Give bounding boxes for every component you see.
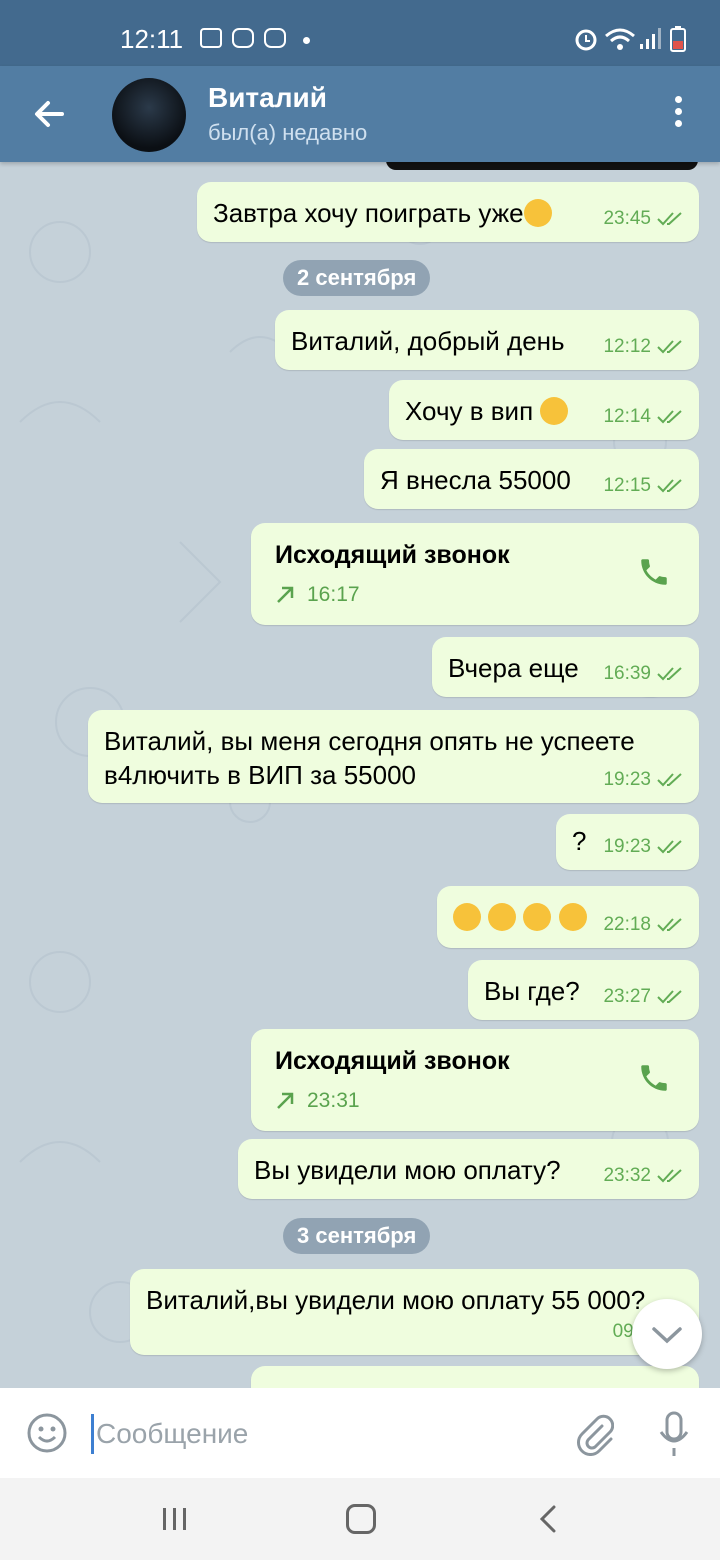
double-check-icon bbox=[657, 667, 682, 681]
message-time: 19:23 bbox=[603, 769, 651, 790]
message-time: 22:18 bbox=[603, 914, 651, 935]
call-title: Исходящий звонок bbox=[275, 541, 510, 569]
message-time: 12:14 bbox=[603, 406, 651, 427]
message-input-bar: Сообщение bbox=[0, 1388, 720, 1478]
message-time: 12:12 bbox=[603, 336, 651, 357]
more-options-icon[interactable] bbox=[668, 96, 688, 136]
status-bar: 12:11 bbox=[0, 0, 720, 66]
instagram-icon bbox=[232, 28, 254, 48]
double-check-icon bbox=[657, 840, 682, 854]
call-time: 23:31 bbox=[307, 1089, 360, 1112]
message-text: Вы где? bbox=[484, 976, 580, 1006]
phone-call-icon[interactable] bbox=[637, 555, 671, 589]
message-bubble-outgoing[interactable]: Виталий, добрый день 12:12 bbox=[275, 310, 699, 370]
pensive-face-emoji-icon bbox=[523, 903, 552, 931]
microphone-icon[interactable] bbox=[656, 1410, 692, 1458]
call-bubble-outgoing[interactable]: Исходящий звонок 23:31 bbox=[251, 1029, 699, 1131]
message-input[interactable]: Сообщение bbox=[96, 1418, 248, 1450]
double-check-icon bbox=[657, 990, 682, 1004]
contact-name[interactable]: Виталий bbox=[208, 82, 327, 114]
double-check-icon bbox=[657, 918, 682, 932]
date-separator: 3 сентября bbox=[283, 1218, 431, 1254]
message-time: 16:39 bbox=[603, 663, 651, 684]
double-check-icon bbox=[657, 773, 682, 787]
message-bubble-outgoing[interactable]: Виталий,вы увидели мою оплату 55 000? 09… bbox=[130, 1269, 699, 1355]
double-check-icon bbox=[657, 212, 682, 226]
message-text: Вчера еще bbox=[448, 653, 579, 683]
chat-header: Виталий был(а) недавно bbox=[0, 66, 720, 162]
message-text-line: в4лючить в ВИП за 55000 bbox=[104, 760, 416, 790]
message-bubble-outgoing[interactable]: Завтра хочу поиграть уже 23:45 bbox=[197, 182, 699, 242]
grinning-face-emoji-icon bbox=[540, 397, 569, 425]
call-title: Исходящий звонок bbox=[275, 1047, 510, 1075]
back-arrow-icon[interactable] bbox=[30, 94, 70, 134]
chat-area[interactable]: Завтра хочу поиграть уже 23:45 2 сентябр… bbox=[0, 162, 720, 1388]
scroll-down-button[interactable] bbox=[632, 1299, 702, 1369]
message-text: ? bbox=[572, 826, 587, 856]
recent-apps-icon[interactable] bbox=[160, 1506, 190, 1532]
last-seen-status: был(а) недавно bbox=[208, 120, 368, 145]
status-time: 12:11 bbox=[120, 24, 184, 54]
message-bubble-outgoing[interactable]: Вы где? 23:27 bbox=[468, 960, 699, 1020]
message-text-line: Виталий, вы меня сегодня опять не успеет… bbox=[104, 726, 635, 756]
avatar[interactable] bbox=[112, 78, 186, 152]
emoji-icon[interactable] bbox=[26, 1412, 68, 1454]
message-bubble-outgoing[interactable]: ? 19:23 bbox=[556, 814, 699, 870]
media-preview-partial[interactable] bbox=[386, 162, 698, 170]
signal-icon bbox=[640, 28, 661, 49]
pensive-face-emoji-icon bbox=[488, 903, 517, 931]
phone-call-icon[interactable] bbox=[637, 1061, 671, 1095]
notification-dot-icon bbox=[303, 37, 310, 44]
message-text: Виталий, добрый день bbox=[291, 326, 565, 356]
message-time: 23:45 bbox=[603, 208, 651, 229]
call-bubble-outgoing[interactable]: Исходящий звонок 16:17 bbox=[251, 523, 699, 625]
message-time: 12:15 bbox=[603, 475, 651, 496]
outgoing-arrow-icon bbox=[277, 586, 294, 603]
double-check-icon bbox=[657, 479, 682, 493]
winking-face-emoji-icon bbox=[523, 199, 552, 227]
pensive-face-emoji-icon bbox=[453, 903, 481, 931]
double-check-icon bbox=[657, 410, 682, 424]
message-bubble-outgoing[interactable]: 22:18 bbox=[437, 886, 699, 948]
battery-icon bbox=[670, 26, 686, 52]
pensive-face-emoji-icon bbox=[558, 903, 587, 931]
message-text: Вы увидели мою оплату? bbox=[254, 1155, 561, 1185]
system-navigation-bar bbox=[0, 1478, 720, 1560]
double-check-icon bbox=[657, 1169, 682, 1183]
chevron-down-icon bbox=[652, 1327, 682, 1344]
gallery-icon bbox=[200, 28, 222, 48]
instagram-icon bbox=[264, 28, 286, 48]
message-time: 19:23 bbox=[603, 836, 651, 857]
call-bubble-partial[interactable] bbox=[251, 1366, 699, 1388]
outgoing-arrow-icon bbox=[277, 1092, 294, 1109]
alarm-icon bbox=[575, 29, 597, 51]
message-text: Хочу в вип bbox=[405, 396, 534, 426]
call-time: 16:17 bbox=[307, 583, 360, 606]
message-time: 23:27 bbox=[603, 986, 651, 1007]
home-icon[interactable] bbox=[346, 1504, 376, 1534]
message-bubble-outgoing[interactable]: Вы увидели мою оплату? 23:32 bbox=[238, 1139, 699, 1199]
text-cursor bbox=[91, 1414, 94, 1454]
message-text: Я внесла 55000 bbox=[380, 465, 571, 495]
message-time: 23:32 bbox=[603, 1165, 651, 1186]
message-text: Завтра хочу поиграть уже bbox=[213, 198, 524, 228]
message-text: Виталий,вы увидели мою оплату 55 000? bbox=[146, 1285, 646, 1315]
wifi-icon bbox=[605, 28, 635, 50]
attach-paperclip-icon[interactable] bbox=[574, 1412, 614, 1456]
message-bubble-outgoing[interactable]: Вчера еще 16:39 bbox=[432, 637, 699, 697]
nav-back-icon[interactable] bbox=[538, 1504, 558, 1534]
message-bubble-outgoing[interactable]: Виталий, вы меня сегодня опять не успеет… bbox=[88, 710, 699, 803]
date-separator: 2 сентября bbox=[283, 260, 431, 296]
double-check-icon bbox=[657, 340, 682, 354]
message-bubble-outgoing[interactable]: Хочу в вип 12:14 bbox=[389, 380, 699, 440]
message-bubble-outgoing[interactable]: Я внесла 55000 12:15 bbox=[364, 449, 699, 509]
